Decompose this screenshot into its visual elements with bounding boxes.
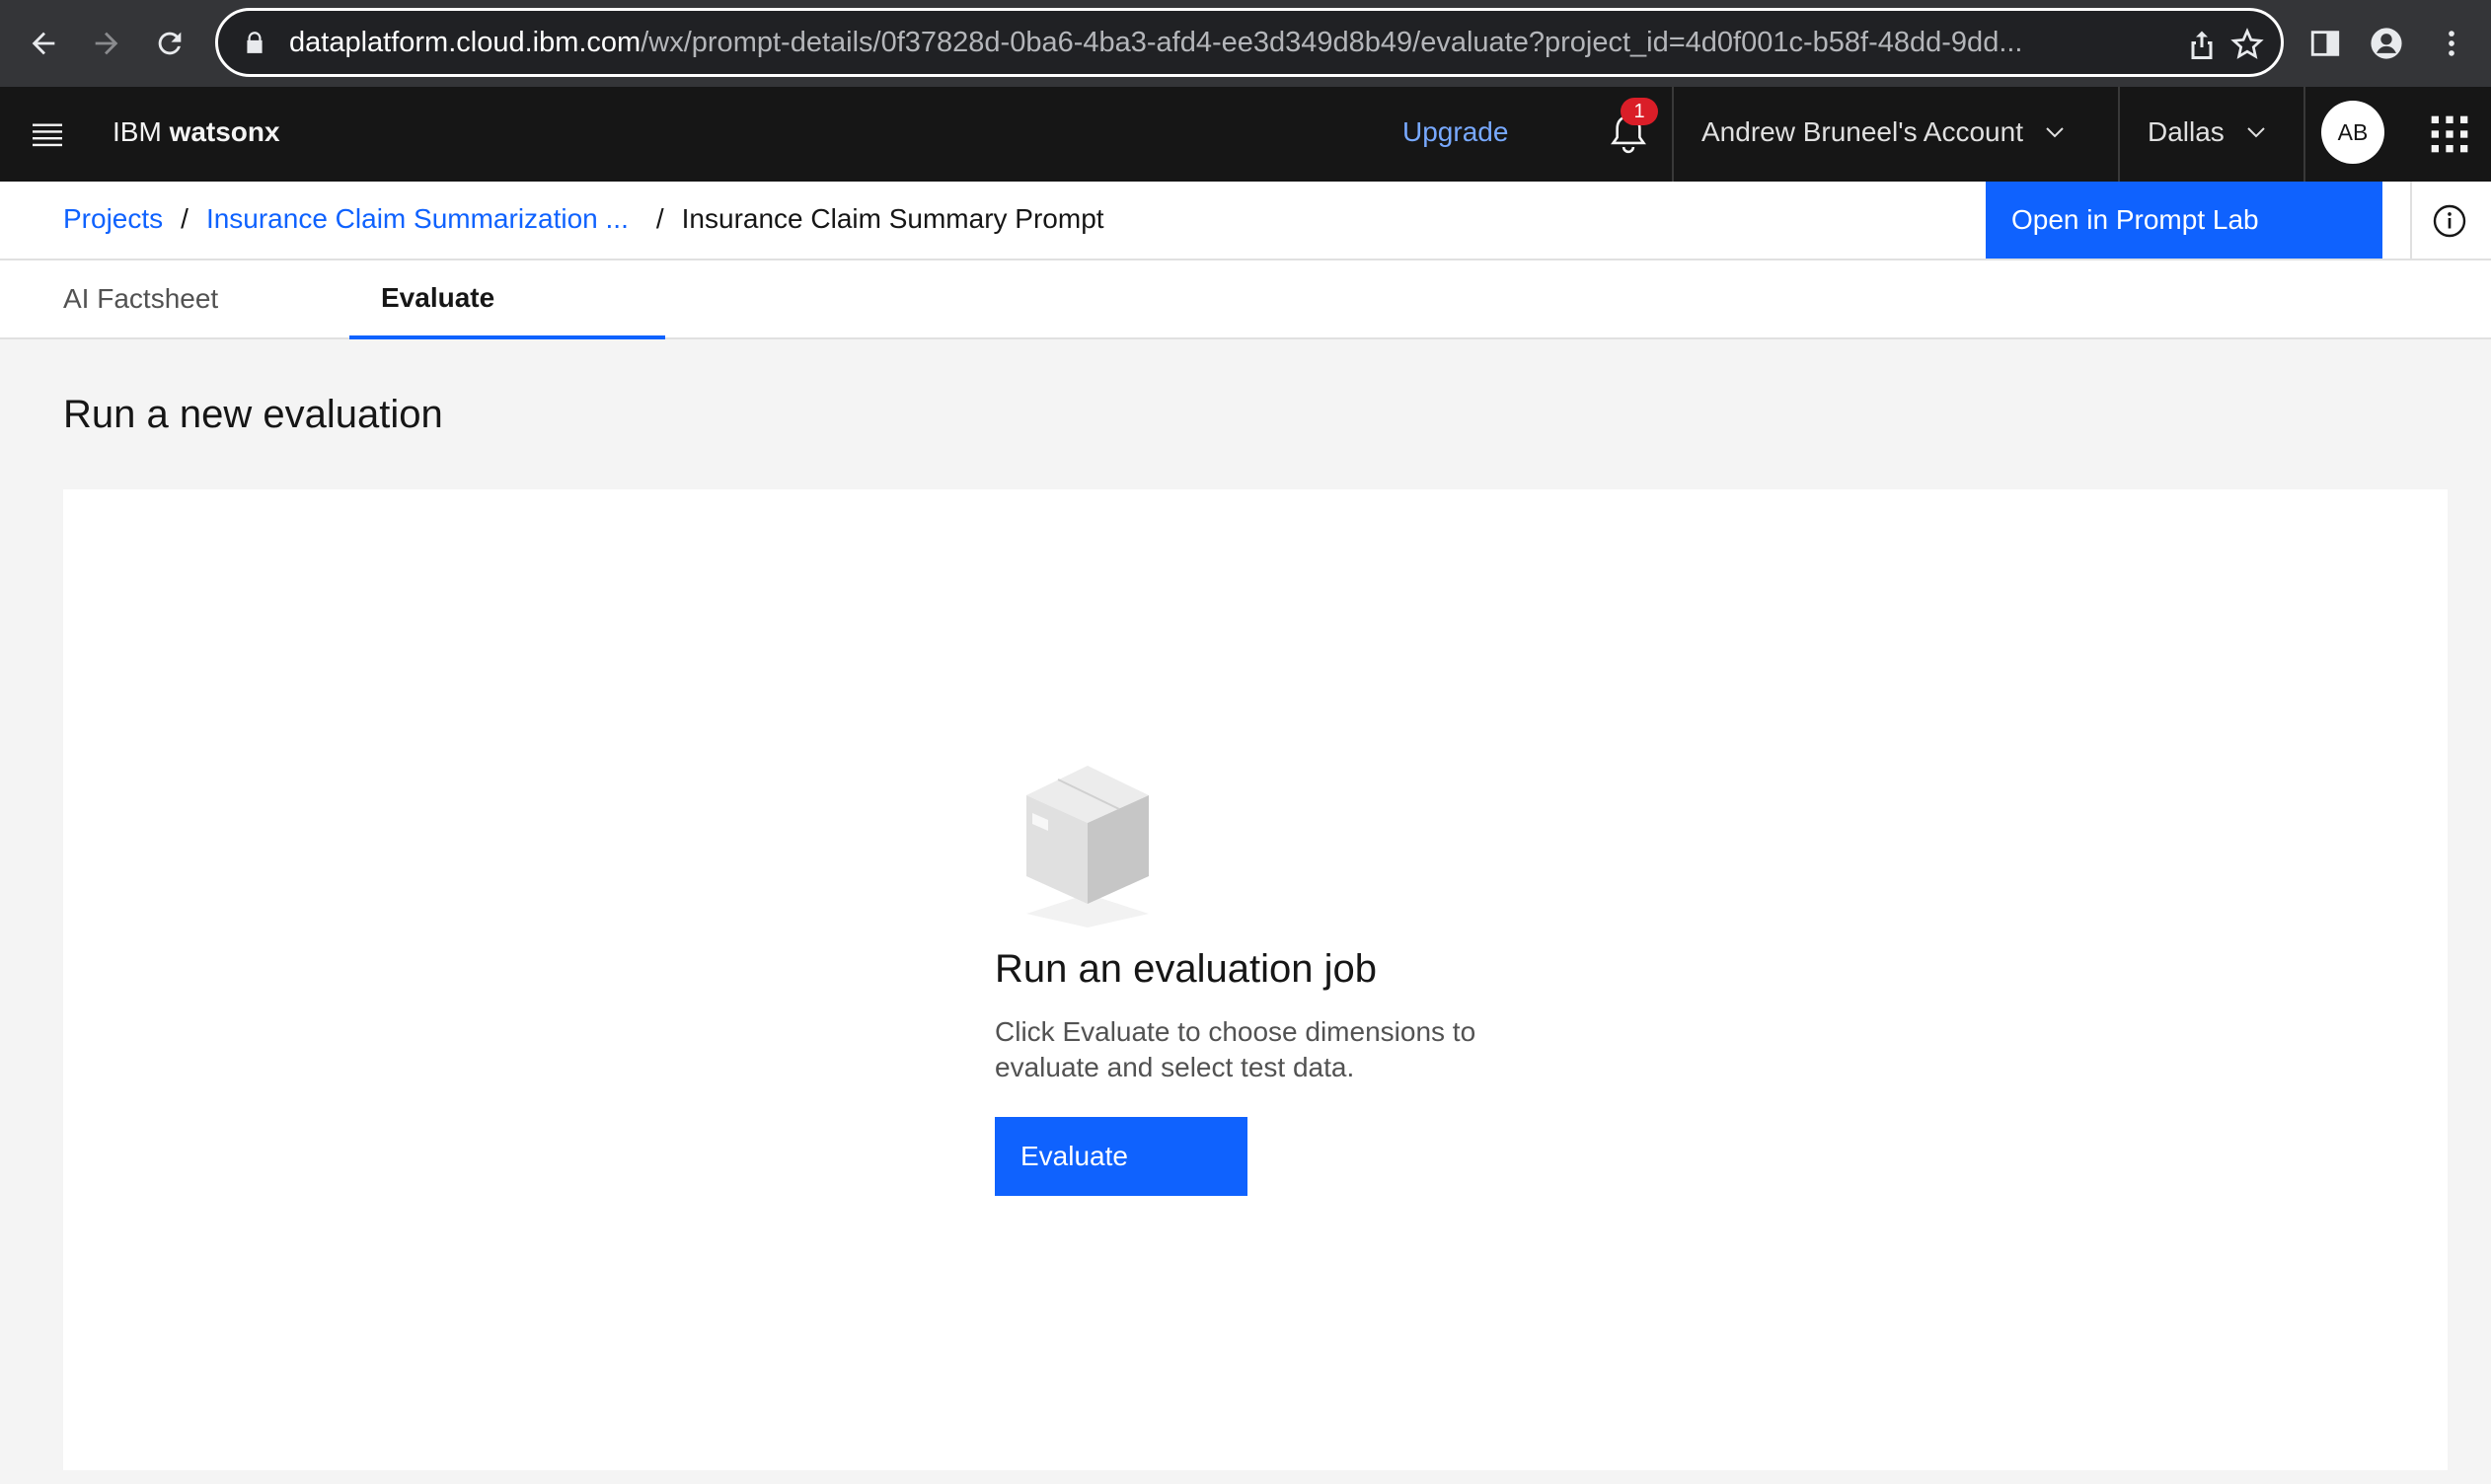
info-icon[interactable]: [2432, 203, 2467, 239]
url-text: dataplatform.cloud.ibm.com/wx/prompt-det…: [289, 27, 2164, 59]
page-title: Run a new evaluation: [63, 393, 443, 436]
tab-ai-factsheet[interactable]: AI Factsheet: [32, 260, 349, 339]
breadcrumb-project[interactable]: Insurance Claim Summarization ...: [206, 203, 629, 235]
empty-box-icon: [1026, 766, 1149, 928]
account-label: Andrew Bruneel's Account: [1701, 116, 2023, 147]
account-switcher[interactable]: Andrew Bruneel's Account: [1701, 116, 2067, 148]
notification-count-badge: 1: [1621, 98, 1658, 125]
header-divider: [1672, 87, 1674, 182]
breadcrumb-separator: /: [181, 203, 189, 234]
url-path: /wx/prompt-details/0f37828d-0ba6-4ba3-af…: [641, 26, 2023, 58]
forward-arrow-icon[interactable]: [81, 18, 132, 69]
breadcrumb-current: Insurance Claim Summary Prompt: [681, 203, 1104, 234]
upgrade-link[interactable]: Upgrade: [1402, 116, 1508, 148]
open-in-prompt-lab-button[interactable]: Open in Prompt Lab: [1986, 182, 2382, 259]
tab-evaluate[interactable]: Evaluate: [349, 260, 665, 339]
avatar[interactable]: AB: [2321, 101, 2384, 164]
bookmark-star-icon[interactable]: [2229, 27, 2265, 62]
evaluate-button[interactable]: Evaluate: [995, 1117, 1247, 1196]
lock-icon: [247, 32, 263, 53]
brand-product: watsonx: [169, 116, 280, 147]
chevron-down-icon: [2247, 127, 2265, 138]
profile-icon[interactable]: [2361, 18, 2412, 69]
product-name[interactable]: IBM watsonx: [113, 116, 280, 148]
region-label: Dallas: [2148, 116, 2225, 147]
empty-state-description: Click Evaluate to choose dimensions to e…: [995, 1016, 1476, 1082]
share-icon[interactable]: [2184, 27, 2220, 62]
browser-menu-icon[interactable]: [2426, 18, 2477, 69]
breadcrumb-divider: [2410, 182, 2412, 260]
chevron-down-icon: [2046, 127, 2064, 138]
breadcrumb-projects[interactable]: Projects: [63, 203, 163, 235]
browser-toolbar: dataplatform.cloud.ibm.com/wx/prompt-det…: [0, 0, 2491, 87]
app-switcher-icon[interactable]: [2428, 112, 2471, 156]
reload-icon[interactable]: [144, 18, 195, 69]
breadcrumb: Projects / Insurance Claim Summarization…: [63, 203, 1104, 235]
hamburger-menu-icon[interactable]: [30, 116, 65, 152]
breadcrumb-separator: /: [655, 203, 664, 234]
region-switcher[interactable]: Dallas: [2148, 116, 2268, 148]
header-divider: [2303, 87, 2305, 182]
header-divider: [2118, 87, 2120, 182]
address-bar[interactable]: dataplatform.cloud.ibm.com/wx/prompt-det…: [215, 8, 2284, 77]
brand-prefix: IBM: [113, 116, 170, 147]
back-arrow-icon[interactable]: [18, 18, 69, 69]
tab-bar: AI Factsheet Evaluate: [0, 260, 2491, 339]
side-panel-icon[interactable]: [2300, 18, 2351, 69]
empty-state-title: Run an evaluation job: [995, 947, 1377, 991]
url-host: dataplatform.cloud.ibm.com: [289, 26, 642, 58]
